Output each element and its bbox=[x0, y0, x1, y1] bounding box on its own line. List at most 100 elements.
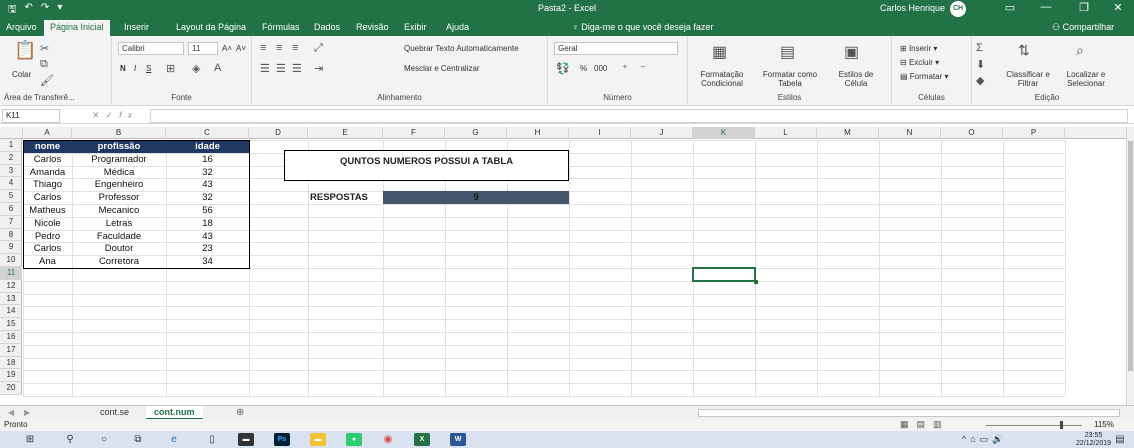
terminal-icon[interactable]: ▬ bbox=[238, 433, 254, 446]
row-header-12[interactable]: 12 bbox=[0, 280, 22, 293]
page-layout-icon[interactable]: ▤ bbox=[917, 419, 934, 429]
borders-icon[interactable]: ⊞ bbox=[166, 62, 175, 75]
formula-input[interactable] bbox=[150, 109, 1128, 123]
insert-function-icon[interactable]: fx bbox=[119, 110, 138, 120]
thousands-button[interactable]: 000 bbox=[594, 64, 607, 73]
row-header-6[interactable]: 6 bbox=[0, 203, 22, 216]
enter-icon[interactable]: ✓ bbox=[106, 110, 120, 120]
column-header-p[interactable]: P bbox=[1003, 127, 1065, 139]
conditional-formatting-button[interactable]: Formatação Condicional bbox=[694, 70, 750, 88]
zoom-slider[interactable] bbox=[986, 425, 1082, 426]
align-center-icon[interactable]: ☰ bbox=[276, 62, 286, 75]
volume-icon[interactable]: 🔊 bbox=[992, 434, 1007, 444]
messenger-icon[interactable]: ● bbox=[346, 433, 362, 446]
row-header-4[interactable]: 4 bbox=[0, 177, 22, 191]
paste-icon[interactable]: 📋 bbox=[14, 40, 36, 61]
row-header-14[interactable]: 14 bbox=[0, 305, 22, 319]
zoom-slider-thumb[interactable] bbox=[1060, 421, 1063, 429]
normal-view-icon[interactable]: ▦ bbox=[900, 419, 917, 429]
row-header-20[interactable]: 20 bbox=[0, 382, 22, 395]
minimize-icon[interactable]: — bbox=[1036, 1, 1056, 13]
copy-icon[interactable]: ⧉ bbox=[40, 58, 48, 71]
column-header-k[interactable]: K bbox=[693, 127, 755, 139]
ribbon-display-options-icon[interactable]: ▭ bbox=[1000, 1, 1020, 14]
cortana-icon[interactable]: ○ bbox=[96, 433, 112, 446]
chevron-up-icon[interactable]: ^ bbox=[962, 434, 970, 444]
increase-decimal-icon[interactable]: ⁺ bbox=[622, 62, 628, 75]
row-header-18[interactable]: 18 bbox=[0, 357, 22, 370]
zoom-level[interactable]: 115% bbox=[1094, 420, 1114, 429]
tab-inserir[interactable]: Inserir bbox=[124, 22, 149, 32]
column-header-f[interactable]: F bbox=[383, 127, 445, 139]
row-header-17[interactable]: 17 bbox=[0, 344, 22, 357]
underline-button[interactable]: S bbox=[146, 64, 151, 73]
cell-styles-button[interactable]: Estilos de Célula bbox=[830, 70, 882, 88]
column-header-c[interactable]: C bbox=[166, 127, 249, 139]
column-header-m[interactable]: M bbox=[817, 127, 879, 139]
font-size-select[interactable]: 11 bbox=[188, 42, 218, 55]
delete-cells-button[interactable]: ⊟ Excluir ▾ bbox=[900, 58, 939, 67]
fill-icon[interactable]: ⬇ bbox=[976, 58, 985, 71]
decrease-decimal-icon[interactable]: ⁻ bbox=[640, 62, 646, 75]
task-view-icon[interactable]: ⧉ bbox=[130, 433, 146, 446]
row-header-5[interactable]: 5 bbox=[0, 190, 22, 203]
row-header-16[interactable]: 16 bbox=[0, 331, 22, 344]
system-clock[interactable]: 23:55 22/12/2019 bbox=[1076, 432, 1111, 448]
align-bottom-icon[interactable]: ≡ bbox=[292, 42, 298, 54]
file-icon[interactable]: ▯ bbox=[204, 433, 220, 446]
view-buttons[interactable]: ▦▤▥ bbox=[900, 419, 950, 430]
format-as-table-button[interactable]: Formatar como Tabela bbox=[754, 70, 826, 88]
tab-revisao[interactable]: Revisão bbox=[356, 22, 389, 32]
tab-pagina-inicial[interactable]: Página Inicial bbox=[44, 20, 110, 36]
column-header-b[interactable]: B bbox=[72, 127, 166, 139]
merge-center-button[interactable]: Mesclar e Centralizar bbox=[404, 64, 480, 73]
tell-me-search[interactable]: ♀ Diga-me o que você deseja fazer bbox=[572, 22, 713, 32]
share-button[interactable]: ⚇ Compartilhar bbox=[1052, 22, 1114, 33]
wrap-text-button[interactable]: Quebrar Texto Automaticamente bbox=[404, 44, 519, 53]
tab-exibir[interactable]: Exibir bbox=[404, 22, 427, 32]
column-header-j[interactable]: J bbox=[631, 127, 693, 139]
row-header-9[interactable]: 9 bbox=[0, 241, 22, 255]
battery-icon[interactable]: ▭ bbox=[980, 434, 993, 444]
column-header-d[interactable]: D bbox=[249, 127, 308, 139]
sort-filter-icon[interactable]: ⇅ bbox=[1018, 42, 1030, 59]
orientation-icon[interactable]: ⤢ bbox=[314, 42, 323, 55]
row-header-10[interactable]: 10 bbox=[0, 254, 22, 267]
active-cell-k11[interactable] bbox=[692, 267, 758, 284]
spreadsheet-grid[interactable]: ABCDEFGHIJKLMNOP 1 2 3 4 5 6 7 8 9 10 11 12 13 14 15 16… bbox=[0, 127, 1126, 405]
row-header-13[interactable]: 13 bbox=[0, 293, 22, 306]
column-header-i[interactable]: I bbox=[569, 127, 631, 139]
tab-arquivo[interactable]: Arquivo bbox=[6, 22, 37, 32]
align-left-icon[interactable]: ☰ bbox=[260, 62, 270, 75]
tab-dados[interactable]: Dados bbox=[314, 22, 340, 32]
fill-color-icon[interactable]: ◈ bbox=[192, 62, 200, 75]
percent-button[interactable]: % bbox=[580, 64, 587, 73]
font-name-select[interactable]: Calibri bbox=[118, 42, 184, 55]
excel-taskbar-icon[interactable]: X bbox=[414, 433, 430, 446]
find-select-button[interactable]: Localizar e Selecionar bbox=[1058, 70, 1114, 88]
user-name[interactable]: Carlos Henrique bbox=[880, 3, 945, 13]
find-select-icon[interactable]: ⌕ bbox=[1076, 42, 1084, 59]
vertical-scroll-thumb[interactable] bbox=[1128, 141, 1133, 371]
format-as-table-icon[interactable]: ▤ bbox=[780, 42, 795, 62]
tab-ajuda[interactable]: Ajuda bbox=[446, 22, 469, 32]
close-icon[interactable]: ✕ bbox=[1108, 1, 1128, 14]
shrink-font-button[interactable]: A˅ bbox=[236, 44, 246, 53]
format-painter-icon[interactable]: 🖌 bbox=[40, 74, 54, 87]
cut-icon[interactable]: ✂ bbox=[40, 42, 49, 55]
sheet-tab-cont-num[interactable]: cont.num bbox=[146, 406, 203, 420]
currency-icon[interactable]: 💱 bbox=[556, 62, 570, 75]
row-header-2[interactable]: 2 bbox=[0, 152, 22, 165]
answer-value-cell[interactable]: 9 bbox=[383, 191, 569, 204]
column-header-e[interactable]: E bbox=[308, 127, 383, 139]
windows-start-icon[interactable]: ⊞ bbox=[22, 433, 38, 446]
search-icon[interactable]: ⚲ bbox=[62, 433, 78, 446]
clear-icon[interactable]: ◆ bbox=[976, 74, 984, 87]
sheet-tab-cont-se[interactable]: cont.se bbox=[92, 406, 137, 420]
tab-formulas[interactable]: Fórmulas bbox=[262, 22, 300, 32]
file-explorer-icon[interactable]: ▬ bbox=[310, 433, 326, 446]
autosum-icon[interactable]: Σ bbox=[976, 42, 983, 54]
notifications-icon[interactable]: ▤ bbox=[1112, 433, 1128, 446]
system-tray[interactable]: ^⌂▭🔊 bbox=[962, 434, 1007, 445]
row-header-3[interactable]: 3 bbox=[0, 165, 22, 178]
